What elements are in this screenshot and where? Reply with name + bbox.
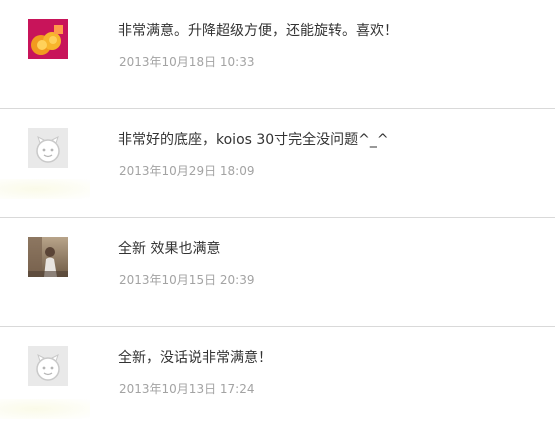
default-face-icon [28, 346, 68, 386]
review-comment: 全新，没话说非常满意！ [118, 350, 272, 366]
review-timestamp: 2013年10月15日 20:39 [119, 273, 255, 287]
review-item: 全新，没话说非常满意！ 2013年10月13日 17:24 [0, 327, 555, 436]
default-face-icon [28, 128, 68, 168]
faint-background-mark [0, 179, 90, 199]
review-comment: 非常好的底座，koios 30寸完全没问题^_^ [118, 132, 389, 148]
red-gift-avatar[interactable] [28, 19, 68, 59]
red-gift-avatar-image [28, 19, 68, 59]
photo-person-avatar[interactable] [28, 237, 68, 277]
default-face-avatar[interactable] [28, 346, 68, 386]
review-timestamp: 2013年10月18日 10:33 [119, 55, 255, 69]
review-comment: 非常满意。升降超级方便，还能旋转。喜欢！ [118, 23, 398, 39]
review-timestamp: 2013年10月29日 18:09 [119, 164, 255, 178]
default-face-avatar[interactable] [28, 128, 68, 168]
photo-person-image [28, 237, 68, 277]
review-comment: 全新 效果也满意 [118, 241, 221, 257]
faint-background-mark [0, 399, 90, 419]
review-item: 全新 效果也满意 2013年10月15日 20:39 [0, 218, 555, 327]
review-item: 非常满意。升降超级方便，还能旋转。喜欢！ 2013年10月18日 10:33 [0, 0, 555, 109]
review-timestamp: 2013年10月13日 17:24 [119, 382, 255, 396]
review-item: 非常好的底座，koios 30寸完全没问题^_^ 2013年10月29日 18:… [0, 109, 555, 218]
review-list: 非常满意。升降超级方便，还能旋转。喜欢！ 2013年10月18日 10:33 非… [0, 0, 555, 435]
